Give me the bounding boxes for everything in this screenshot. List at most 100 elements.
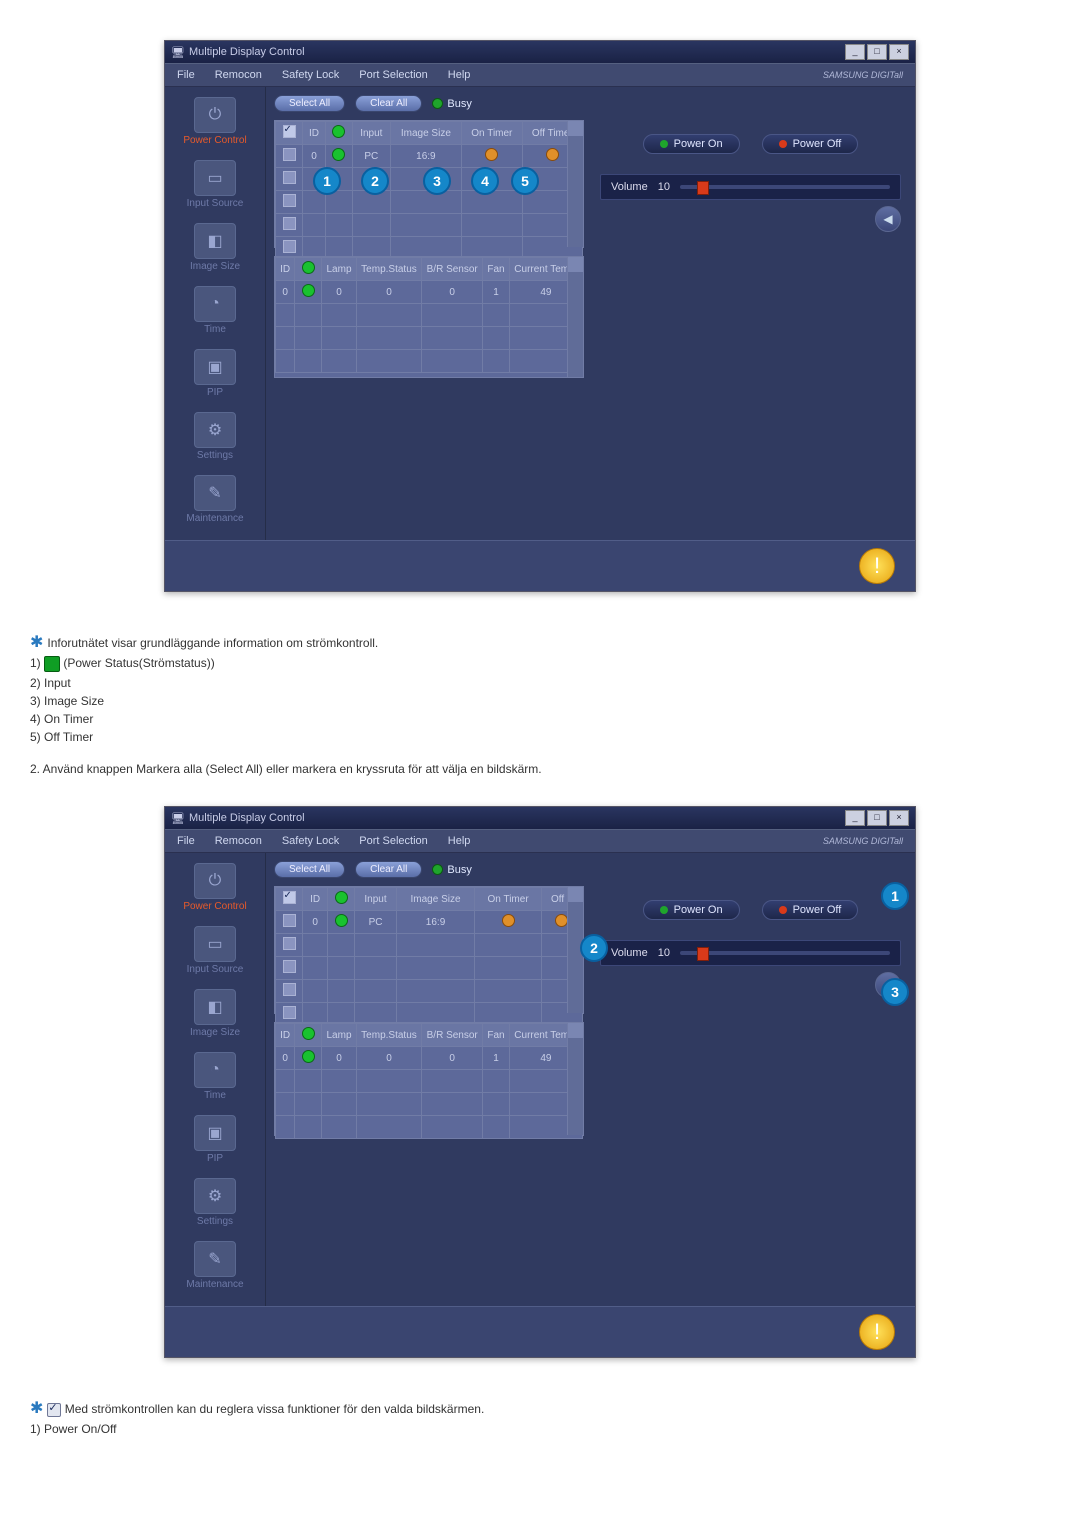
table-row[interactable]: 0 PC 16:9 (276, 145, 583, 168)
sidebar-item-label: Input Source (187, 198, 244, 209)
list-item: 5) Off Timer (30, 730, 1020, 744)
minimize-button[interactable]: _ (845, 810, 865, 826)
sidebar-item-power-control[interactable]: ⏻Power Control (165, 859, 265, 922)
list-item: 1) Power On/Off (30, 1422, 1020, 1436)
menu-file[interactable]: File (169, 67, 203, 83)
menu-safety-lock[interactable]: Safety Lock (274, 67, 347, 83)
col-id: ID (276, 258, 295, 281)
row-checkbox[interactable] (283, 914, 296, 927)
menu-port-selection[interactable]: Port Selection (351, 833, 435, 849)
volume-slider[interactable] (680, 185, 890, 189)
table-row[interactable] (276, 214, 583, 237)
callout-3: 3 (423, 167, 451, 195)
sidebar-item-maintenance[interactable]: ✎Maintenance (165, 1237, 265, 1300)
clear-all-button[interactable]: Clear All (355, 861, 422, 878)
col-checkbox[interactable] (276, 122, 303, 145)
table-row[interactable] (276, 957, 583, 980)
power-off-button[interactable]: Power Off (762, 900, 859, 920)
sidebar-item-label: Time (204, 324, 226, 335)
power-on-button[interactable]: Power On (643, 900, 740, 920)
sidebar-item-settings[interactable]: ⚙Settings (165, 1174, 265, 1237)
select-all-button[interactable]: Select All (274, 95, 345, 112)
sidebar-item-pip[interactable]: ▣PIP (165, 1111, 265, 1174)
window-controls: _ □ × (845, 44, 909, 60)
row-checkbox[interactable] (283, 148, 296, 161)
sidebar-item-maintenance[interactable]: ✎Maintenance (165, 471, 265, 534)
table-row[interactable]: 0 0 0 0 1 49 (276, 1047, 583, 1070)
minimize-button[interactable]: _ (845, 44, 865, 60)
menu-file[interactable]: File (169, 833, 203, 849)
table-row[interactable] (276, 1070, 583, 1093)
row-checkbox[interactable] (283, 960, 296, 973)
list-number: 1) (30, 656, 44, 670)
busy-indicator: Busy (432, 98, 471, 110)
power-icon: ⏻ (194, 97, 236, 133)
scrollbar[interactable] (567, 257, 583, 377)
menu-port-selection[interactable]: Port Selection (351, 67, 435, 83)
settings-icon: ⚙ (194, 412, 236, 448)
col-on-timer: On Timer (475, 888, 542, 911)
row-checkbox[interactable] (283, 194, 296, 207)
timer-off-icon (485, 148, 498, 161)
sidebar-item-image-size[interactable]: ◧Image Size (165, 219, 265, 282)
clear-all-button[interactable]: Clear All (355, 95, 422, 112)
sidebar-item-pip[interactable]: ▣PIP (165, 345, 265, 408)
power-on-button[interactable]: Power On (643, 134, 740, 154)
row-checkbox[interactable] (283, 983, 296, 996)
mute-button[interactable]: ◀ (875, 206, 901, 232)
cell-input: PC (352, 145, 390, 168)
close-button[interactable]: × (889, 44, 909, 60)
list-item: 3) Image Size (30, 694, 1020, 708)
row-checkbox[interactable] (283, 217, 296, 230)
volume-knob[interactable] (697, 947, 709, 961)
row-checkbox[interactable] (283, 171, 296, 184)
row-checkbox[interactable] (283, 240, 296, 253)
sidebar-item-power-control[interactable]: ⏻Power Control (165, 93, 265, 156)
power-off-button[interactable]: Power Off (762, 134, 859, 154)
sidebar-item-label: PIP (207, 387, 223, 398)
paragraph: Inforutnätet visar grundläggande informa… (47, 636, 378, 650)
sidebar-item-image-size[interactable]: ◧Image Size (165, 985, 265, 1048)
table-row[interactable] (276, 980, 583, 1003)
volume-knob[interactable] (697, 181, 709, 195)
select-all-button[interactable]: Select All (274, 861, 345, 878)
table-row[interactable] (276, 350, 583, 373)
menu-remocon[interactable]: Remocon (207, 67, 270, 83)
table-row[interactable]: 0 PC 16:9 (276, 911, 583, 934)
toolbar: Select All Clear All Busy (274, 95, 907, 112)
table-row[interactable] (276, 934, 583, 957)
table-row[interactable] (276, 327, 583, 350)
row-checkbox[interactable] (283, 1006, 296, 1019)
prose-block-2: ✱ Med strömkontrollen kan du reglera vis… (30, 1398, 1020, 1436)
menu-help[interactable]: Help (440, 833, 479, 849)
main-area: Select All Clear All Busy ID Input Image… (266, 853, 915, 1306)
col-checkbox[interactable] (276, 888, 303, 911)
sidebar-item-input-source[interactable]: ▭ Input Source (165, 156, 265, 219)
table-row[interactable] (276, 1093, 583, 1116)
sidebar-item-time[interactable]: ◔Time (165, 282, 265, 345)
row-checkbox[interactable] (283, 937, 296, 950)
maximize-button[interactable]: □ (867, 44, 887, 60)
sidebar-item-label: Maintenance (186, 1279, 243, 1290)
menu-help[interactable]: Help (440, 67, 479, 83)
scrollbar[interactable] (567, 1023, 583, 1135)
volume-slider[interactable] (680, 951, 890, 955)
volume-label: Volume (611, 181, 648, 193)
image-size-icon: ◧ (194, 989, 236, 1025)
menu-remocon[interactable]: Remocon (207, 833, 270, 849)
table-row[interactable] (276, 1116, 583, 1139)
menu-safety-lock[interactable]: Safety Lock (274, 833, 347, 849)
sidebar-item-label: PIP (207, 1153, 223, 1164)
table-row[interactable]: 0 0 0 0 1 49 (276, 281, 583, 304)
list-item: 1) (Power Status(Strömstatus)) (30, 656, 1020, 672)
sidebar-item-settings[interactable]: ⚙Settings (165, 408, 265, 471)
settings-icon: ⚙ (194, 1178, 236, 1214)
maximize-button[interactable]: □ (867, 810, 887, 826)
table-row[interactable] (276, 304, 583, 327)
scrollbar[interactable] (567, 121, 583, 247)
list-item: 4) On Timer (30, 712, 1020, 726)
input-source-icon: ▭ (194, 160, 236, 196)
sidebar-item-input-source[interactable]: ▭Input Source (165, 922, 265, 985)
close-button[interactable]: × (889, 810, 909, 826)
sidebar-item-time[interactable]: ◔Time (165, 1048, 265, 1111)
